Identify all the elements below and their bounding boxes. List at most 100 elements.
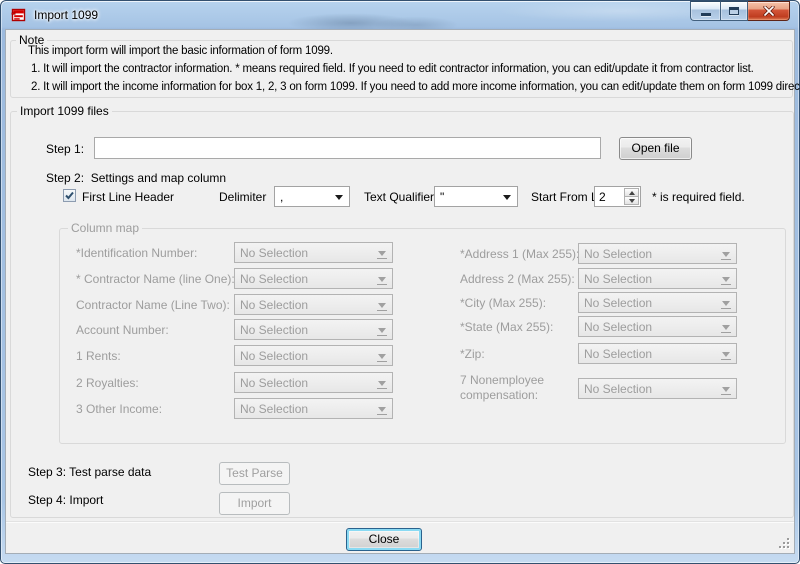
address-2-dropdown[interactable]: No Selection bbox=[578, 268, 737, 289]
dropdown-value: No Selection bbox=[240, 272, 308, 286]
note-line: This import form will import the basic i… bbox=[28, 45, 333, 57]
start-from-line-value: 2 bbox=[599, 190, 606, 204]
step3-label: Step 3: Test parse data bbox=[28, 465, 151, 479]
arrow-up-icon bbox=[629, 191, 635, 195]
chevron-down-icon bbox=[378, 277, 386, 282]
chevron-underline bbox=[377, 258, 387, 259]
chevron-down-icon bbox=[335, 195, 343, 200]
close-window-button[interactable] bbox=[748, 1, 790, 21]
contractor-name-line-two-label: Contractor Name (Line Two): bbox=[76, 298, 230, 312]
nonemployee-compensation-dropdown[interactable]: No Selection bbox=[578, 378, 737, 399]
chevron-down-icon bbox=[722, 277, 730, 282]
import-button[interactable]: Import bbox=[219, 492, 290, 515]
royalties-label: 2 Royalties: bbox=[76, 376, 139, 390]
close-button[interactable]: Close bbox=[346, 528, 422, 551]
import-files-legend: Import 1099 files bbox=[17, 104, 112, 118]
column-map-legend: Column map bbox=[68, 221, 142, 235]
text-qualifier-value: " bbox=[440, 190, 444, 204]
chevron-underline bbox=[721, 394, 731, 395]
chevron-underline bbox=[377, 361, 387, 362]
chevron-down-icon bbox=[722, 387, 730, 392]
chevron-down-icon bbox=[722, 252, 730, 257]
chevron-down-icon bbox=[378, 354, 386, 359]
first-line-header-checkbox[interactable] bbox=[63, 189, 76, 202]
app-icon bbox=[11, 7, 27, 23]
dropdown-value: No Selection bbox=[584, 347, 652, 361]
account-number-dropdown[interactable]: No Selection bbox=[234, 319, 393, 340]
dropdown-value: No Selection bbox=[240, 376, 308, 390]
dropdown-value: No Selection bbox=[584, 272, 652, 286]
titlebar[interactable]: Import 1099 bbox=[1, 1, 799, 29]
step2-label: Step 2: Settings and map column bbox=[46, 171, 226, 185]
minimize-button[interactable] bbox=[690, 1, 720, 21]
check-icon bbox=[64, 190, 75, 201]
chevron-underline bbox=[377, 388, 387, 389]
dropdown-value: No Selection bbox=[240, 402, 308, 416]
dropdown-value: No Selection bbox=[584, 247, 652, 261]
note-line: 1. It will import the contractor informa… bbox=[31, 63, 754, 75]
dropdown-value: No Selection bbox=[240, 298, 308, 312]
identification-number-dropdown[interactable]: No Selection bbox=[234, 242, 393, 263]
test-parse-button[interactable]: Test Parse bbox=[219, 462, 290, 485]
state-dropdown[interactable]: No Selection bbox=[578, 316, 737, 337]
chevron-underline bbox=[721, 332, 731, 333]
minimize-icon bbox=[701, 13, 711, 16]
chevron-underline bbox=[377, 310, 387, 311]
dropdown-value: No Selection bbox=[240, 349, 308, 363]
chevron-underline bbox=[377, 284, 387, 285]
dropdown-value: No Selection bbox=[240, 323, 308, 337]
close-icon bbox=[763, 6, 775, 16]
chevron-underline bbox=[721, 284, 731, 285]
chevron-down-icon bbox=[722, 301, 730, 306]
rents-dropdown[interactable]: No Selection bbox=[234, 345, 393, 366]
dropdown-value: No Selection bbox=[584, 382, 652, 396]
chevron-down-icon bbox=[378, 381, 386, 386]
rents-label: 1 Rents: bbox=[76, 349, 121, 363]
window-frame: Import 1099 Note bbox=[0, 0, 800, 564]
contractor-name-line-one-dropdown[interactable]: No Selection bbox=[234, 268, 393, 289]
note-line: 2. It will import the income information… bbox=[31, 81, 800, 93]
text-qualifier-label: Text Qualifier bbox=[364, 190, 434, 204]
text-qualifier-select[interactable]: " bbox=[434, 186, 518, 207]
other-income-label: 3 Other Income: bbox=[76, 402, 162, 416]
arrow-down-icon bbox=[629, 199, 635, 203]
contractor-name-line-one-label: * Contractor Name (line One): bbox=[76, 272, 235, 286]
stepper-down-button[interactable] bbox=[624, 197, 639, 205]
chevron-underline bbox=[721, 308, 731, 309]
address-1-label: *Address 1 (Max 255): bbox=[460, 247, 579, 261]
step4-label: Step 4: Import bbox=[28, 493, 103, 507]
window-controls bbox=[690, 1, 790, 22]
dialog-body: Note This import form will import the ba… bbox=[5, 29, 795, 554]
open-file-button[interactable]: Open file bbox=[619, 137, 692, 160]
chevron-down-icon bbox=[378, 407, 386, 412]
zip-dropdown[interactable]: No Selection bbox=[578, 343, 737, 364]
resize-grip[interactable] bbox=[778, 537, 791, 550]
royalties-dropdown[interactable]: No Selection bbox=[234, 372, 393, 393]
city-label: *City (Max 255): bbox=[460, 296, 546, 310]
nonemployee-compensation-label: 7 Nonemployee compensation: bbox=[460, 373, 578, 403]
zip-label: *Zip: bbox=[460, 347, 485, 361]
dropdown-value: No Selection bbox=[584, 320, 652, 334]
address-1-dropdown[interactable]: No Selection bbox=[578, 243, 737, 264]
other-income-dropdown[interactable]: No Selection bbox=[234, 398, 393, 419]
stepper-up-button[interactable] bbox=[624, 188, 639, 197]
account-number-label: Account Number: bbox=[76, 323, 169, 337]
required-field-note: * is required field. bbox=[652, 190, 745, 204]
maximize-icon bbox=[729, 7, 739, 15]
chevron-underline bbox=[721, 359, 731, 360]
city-dropdown[interactable]: No Selection bbox=[578, 292, 737, 313]
file-path-input[interactable] bbox=[94, 137, 601, 159]
chevron-down-icon bbox=[378, 251, 386, 256]
chevron-down-icon bbox=[722, 325, 730, 330]
chevron-down-icon bbox=[378, 328, 386, 333]
start-from-line-stepper[interactable]: 2 bbox=[594, 186, 641, 207]
dropdown-value: No Selection bbox=[584, 296, 652, 310]
contractor-name-line-two-dropdown[interactable]: No Selection bbox=[234, 294, 393, 315]
delimiter-select[interactable]: , bbox=[274, 186, 350, 207]
footer-divider bbox=[6, 521, 794, 523]
maximize-button[interactable] bbox=[720, 1, 748, 21]
address-2-label: Address 2 (Max 255): bbox=[460, 272, 575, 286]
state-label: *State (Max 255): bbox=[460, 320, 553, 334]
delimiter-value: , bbox=[280, 190, 283, 204]
chevron-underline bbox=[377, 335, 387, 336]
